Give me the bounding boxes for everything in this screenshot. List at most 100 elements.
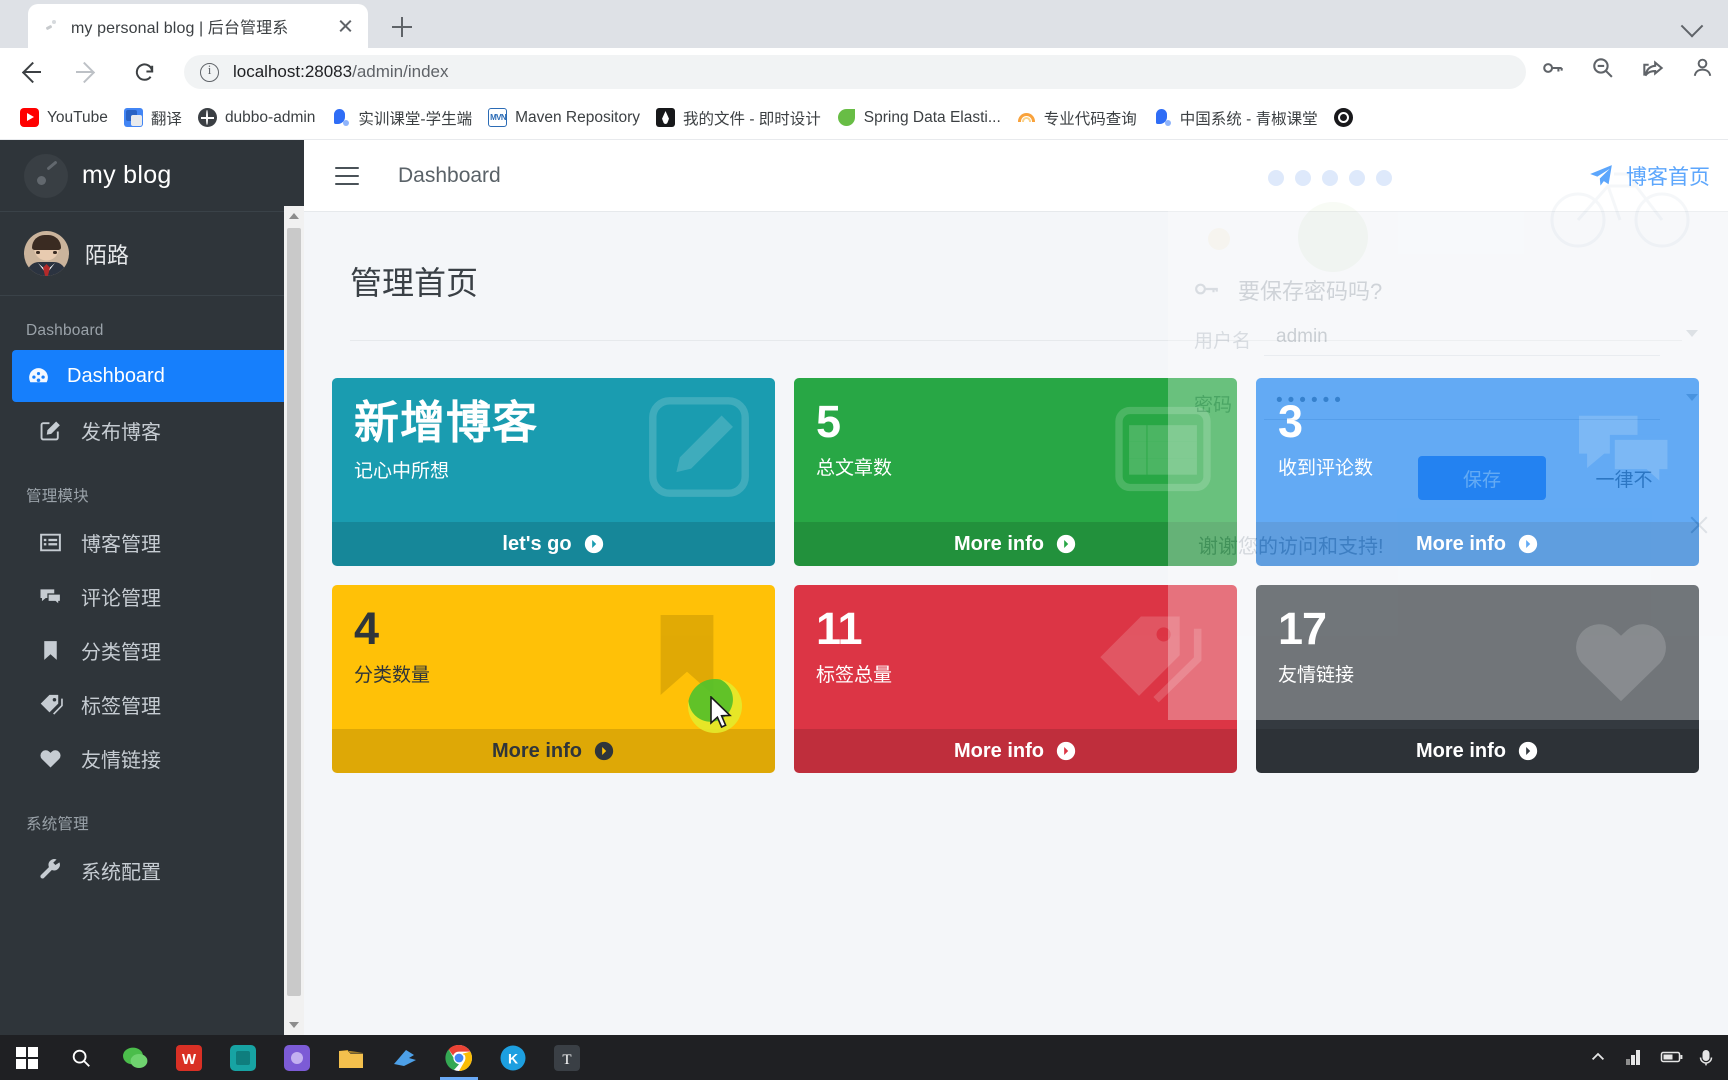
sidebar-item-tag-manage[interactable]: 标签管理 xyxy=(12,678,292,730)
volume-icon[interactable] xyxy=(1696,1047,1718,1069)
dashboard-icon xyxy=(26,364,51,389)
page-header: 管理首页 xyxy=(304,212,1728,304)
new-tab-button[interactable] xyxy=(385,10,419,44)
sidebar-item-label: 标签管理 xyxy=(81,695,161,718)
card-footer-link[interactable]: More info xyxy=(794,522,1237,566)
page-viewport: my blog 陌路 Dashboard Dashboard 发布博客 管理模块… xyxy=(0,140,1728,1035)
card-footer-link[interactable]: More info xyxy=(332,729,775,773)
card-friend-links[interactable]: 17 友情链接 More info xyxy=(1256,585,1699,773)
app-teal-icon[interactable] xyxy=(216,1035,270,1080)
bookmark-china-system[interactable]: 中国系统 - 青椒课堂 xyxy=(1145,103,1326,133)
card-footer-link[interactable]: let's go xyxy=(332,522,775,566)
sidebar-item-system-config[interactable]: 系统配置 xyxy=(12,844,292,896)
bookmark-dubbo-admin[interactable]: dubbo-admin xyxy=(190,103,323,133)
chevron-down-icon[interactable] xyxy=(1678,12,1706,40)
bookmark-shixun-classroom[interactable]: 实训课堂-学生端 xyxy=(323,103,480,133)
sidebar-item-category-manage[interactable]: 分类管理 xyxy=(12,624,292,676)
bookmark-icon xyxy=(38,638,63,663)
card-footer-label: More info xyxy=(954,532,1044,555)
stat-cards: 新增博客 记心中所想 let's go 5 总文章数 More info 3 收… xyxy=(332,378,1728,773)
card-footer-link[interactable]: More info xyxy=(794,729,1237,773)
windows-start-icon[interactable] xyxy=(0,1035,54,1080)
app-purple-icon[interactable] xyxy=(270,1035,324,1080)
card-comments-received[interactable]: 3 收到评论数 More info xyxy=(1256,378,1699,566)
card-number: 11 xyxy=(816,603,863,654)
sidebar-brand[interactable]: my blog xyxy=(0,140,304,212)
chevron-up-icon[interactable] xyxy=(1588,1047,1610,1069)
card-new-blog[interactable]: 新增博客 记心中所想 let's go xyxy=(332,378,775,566)
rainbow-icon xyxy=(1017,108,1036,127)
typora-icon[interactable]: T xyxy=(540,1035,594,1080)
tab-favicon xyxy=(42,18,59,35)
bookmark-youtube[interactable]: YouTube xyxy=(12,103,116,133)
card-footer-link[interactable]: More info xyxy=(1256,522,1699,566)
kugou-icon[interactable]: K xyxy=(486,1035,540,1080)
sidebar-item-label: 评论管理 xyxy=(81,587,161,610)
bookmark-spring-data-elastic[interactable]: Spring Data Elasti... xyxy=(829,103,1009,133)
bookmark-jishi-design[interactable]: 我的文件 - 即时设计 xyxy=(648,103,829,133)
username-label: 陌路 xyxy=(85,242,130,268)
card-tag-total[interactable]: 11 标签总量 More info xyxy=(794,585,1237,773)
close-tab-icon[interactable] xyxy=(332,13,358,39)
sidebar-item-label: 友情链接 xyxy=(81,749,161,772)
profile-icon[interactable] xyxy=(1690,55,1724,89)
card-body: 3 收到评论数 xyxy=(1256,378,1699,522)
wechat-icon[interactable] xyxy=(108,1035,162,1080)
globe-icon xyxy=(197,108,217,127)
classroom-icon xyxy=(1153,108,1172,127)
card-footer-label: More info xyxy=(954,739,1044,762)
sidebar-item-dashboard[interactable]: Dashboard xyxy=(12,350,292,402)
card-sub: 分类数量 xyxy=(354,665,431,687)
reload-button[interactable] xyxy=(122,50,166,94)
blog-home-link[interactable]: 博客首页 xyxy=(1586,140,1710,212)
card-number: 3 xyxy=(1278,396,1303,447)
menu-toggle-icon[interactable] xyxy=(332,165,362,187)
sidebar-item-blog-manage[interactable]: 博客管理 xyxy=(12,516,292,568)
blog-logo-icon xyxy=(24,153,68,198)
svg-text:W: W xyxy=(182,1051,197,1068)
address-bar[interactable]: localhost:28083/admin/index xyxy=(184,55,1526,89)
scroll-down-arrow-icon[interactable] xyxy=(284,1015,304,1035)
jishi-icon xyxy=(656,108,676,127)
bookmark-maven-repository[interactable]: MVN Maven Repository xyxy=(480,103,648,133)
sidebar-scrollbar[interactable] xyxy=(284,206,304,1035)
card-footer-label: More info xyxy=(1416,739,1506,762)
svg-text:K: K xyxy=(508,1050,518,1066)
search-icon[interactable] xyxy=(54,1035,108,1080)
breadcrumb: Dashboard xyxy=(398,163,501,187)
list-alt-icon xyxy=(38,530,63,555)
sidebar-item-publish-blog[interactable]: 发布博客 xyxy=(12,404,292,456)
spring-icon xyxy=(837,108,856,127)
bird-icon[interactable] xyxy=(378,1035,432,1080)
folder-icon[interactable] xyxy=(324,1035,378,1080)
bookmark-translate[interactable]: 翻译 xyxy=(116,103,190,133)
scroll-up-arrow-icon[interactable] xyxy=(284,206,304,226)
back-button[interactable] xyxy=(10,50,54,94)
arrow-circle-right-icon xyxy=(583,533,605,555)
network-icon[interactable] xyxy=(1624,1047,1646,1069)
wps-icon[interactable]: W xyxy=(162,1035,216,1080)
sidebar-item-label: 分类管理 xyxy=(81,641,161,664)
chrome-icon[interactable] xyxy=(432,1035,486,1080)
sidebar-item-friend-links[interactable]: 友情链接 xyxy=(12,732,292,784)
zoom-out-icon[interactable] xyxy=(1590,55,1624,89)
battery-icon[interactable] xyxy=(1660,1047,1683,1069)
bookmark-github[interactable] xyxy=(1326,103,1369,133)
card-footer-label: More info xyxy=(492,739,582,762)
page-title: 管理首页 xyxy=(350,265,479,301)
bookmark-code-query[interactable]: 专业代码查询 xyxy=(1009,103,1145,133)
sidebar-user[interactable]: 陌路 xyxy=(0,212,292,296)
card-footer-link[interactable]: More info xyxy=(1256,729,1699,773)
share-icon[interactable] xyxy=(1640,55,1674,89)
windows-taskbar: W K T xyxy=(0,1035,1728,1080)
card-sub: 总文章数 xyxy=(816,458,893,480)
card-body: 11 标签总量 xyxy=(794,585,1237,729)
browser-tab[interactable]: my personal blog | 后台管理系 xyxy=(28,4,368,48)
password-key-icon[interactable] xyxy=(1540,55,1574,89)
svg-text:T: T xyxy=(562,1052,571,1068)
site-info-icon[interactable] xyxy=(200,62,219,82)
sidebar-item-comment-manage[interactable]: 评论管理 xyxy=(12,570,292,622)
scrollbar-thumb[interactable] xyxy=(287,228,301,996)
card-total-articles[interactable]: 5 总文章数 More info xyxy=(794,378,1237,566)
forward-button[interactable] xyxy=(64,50,108,94)
